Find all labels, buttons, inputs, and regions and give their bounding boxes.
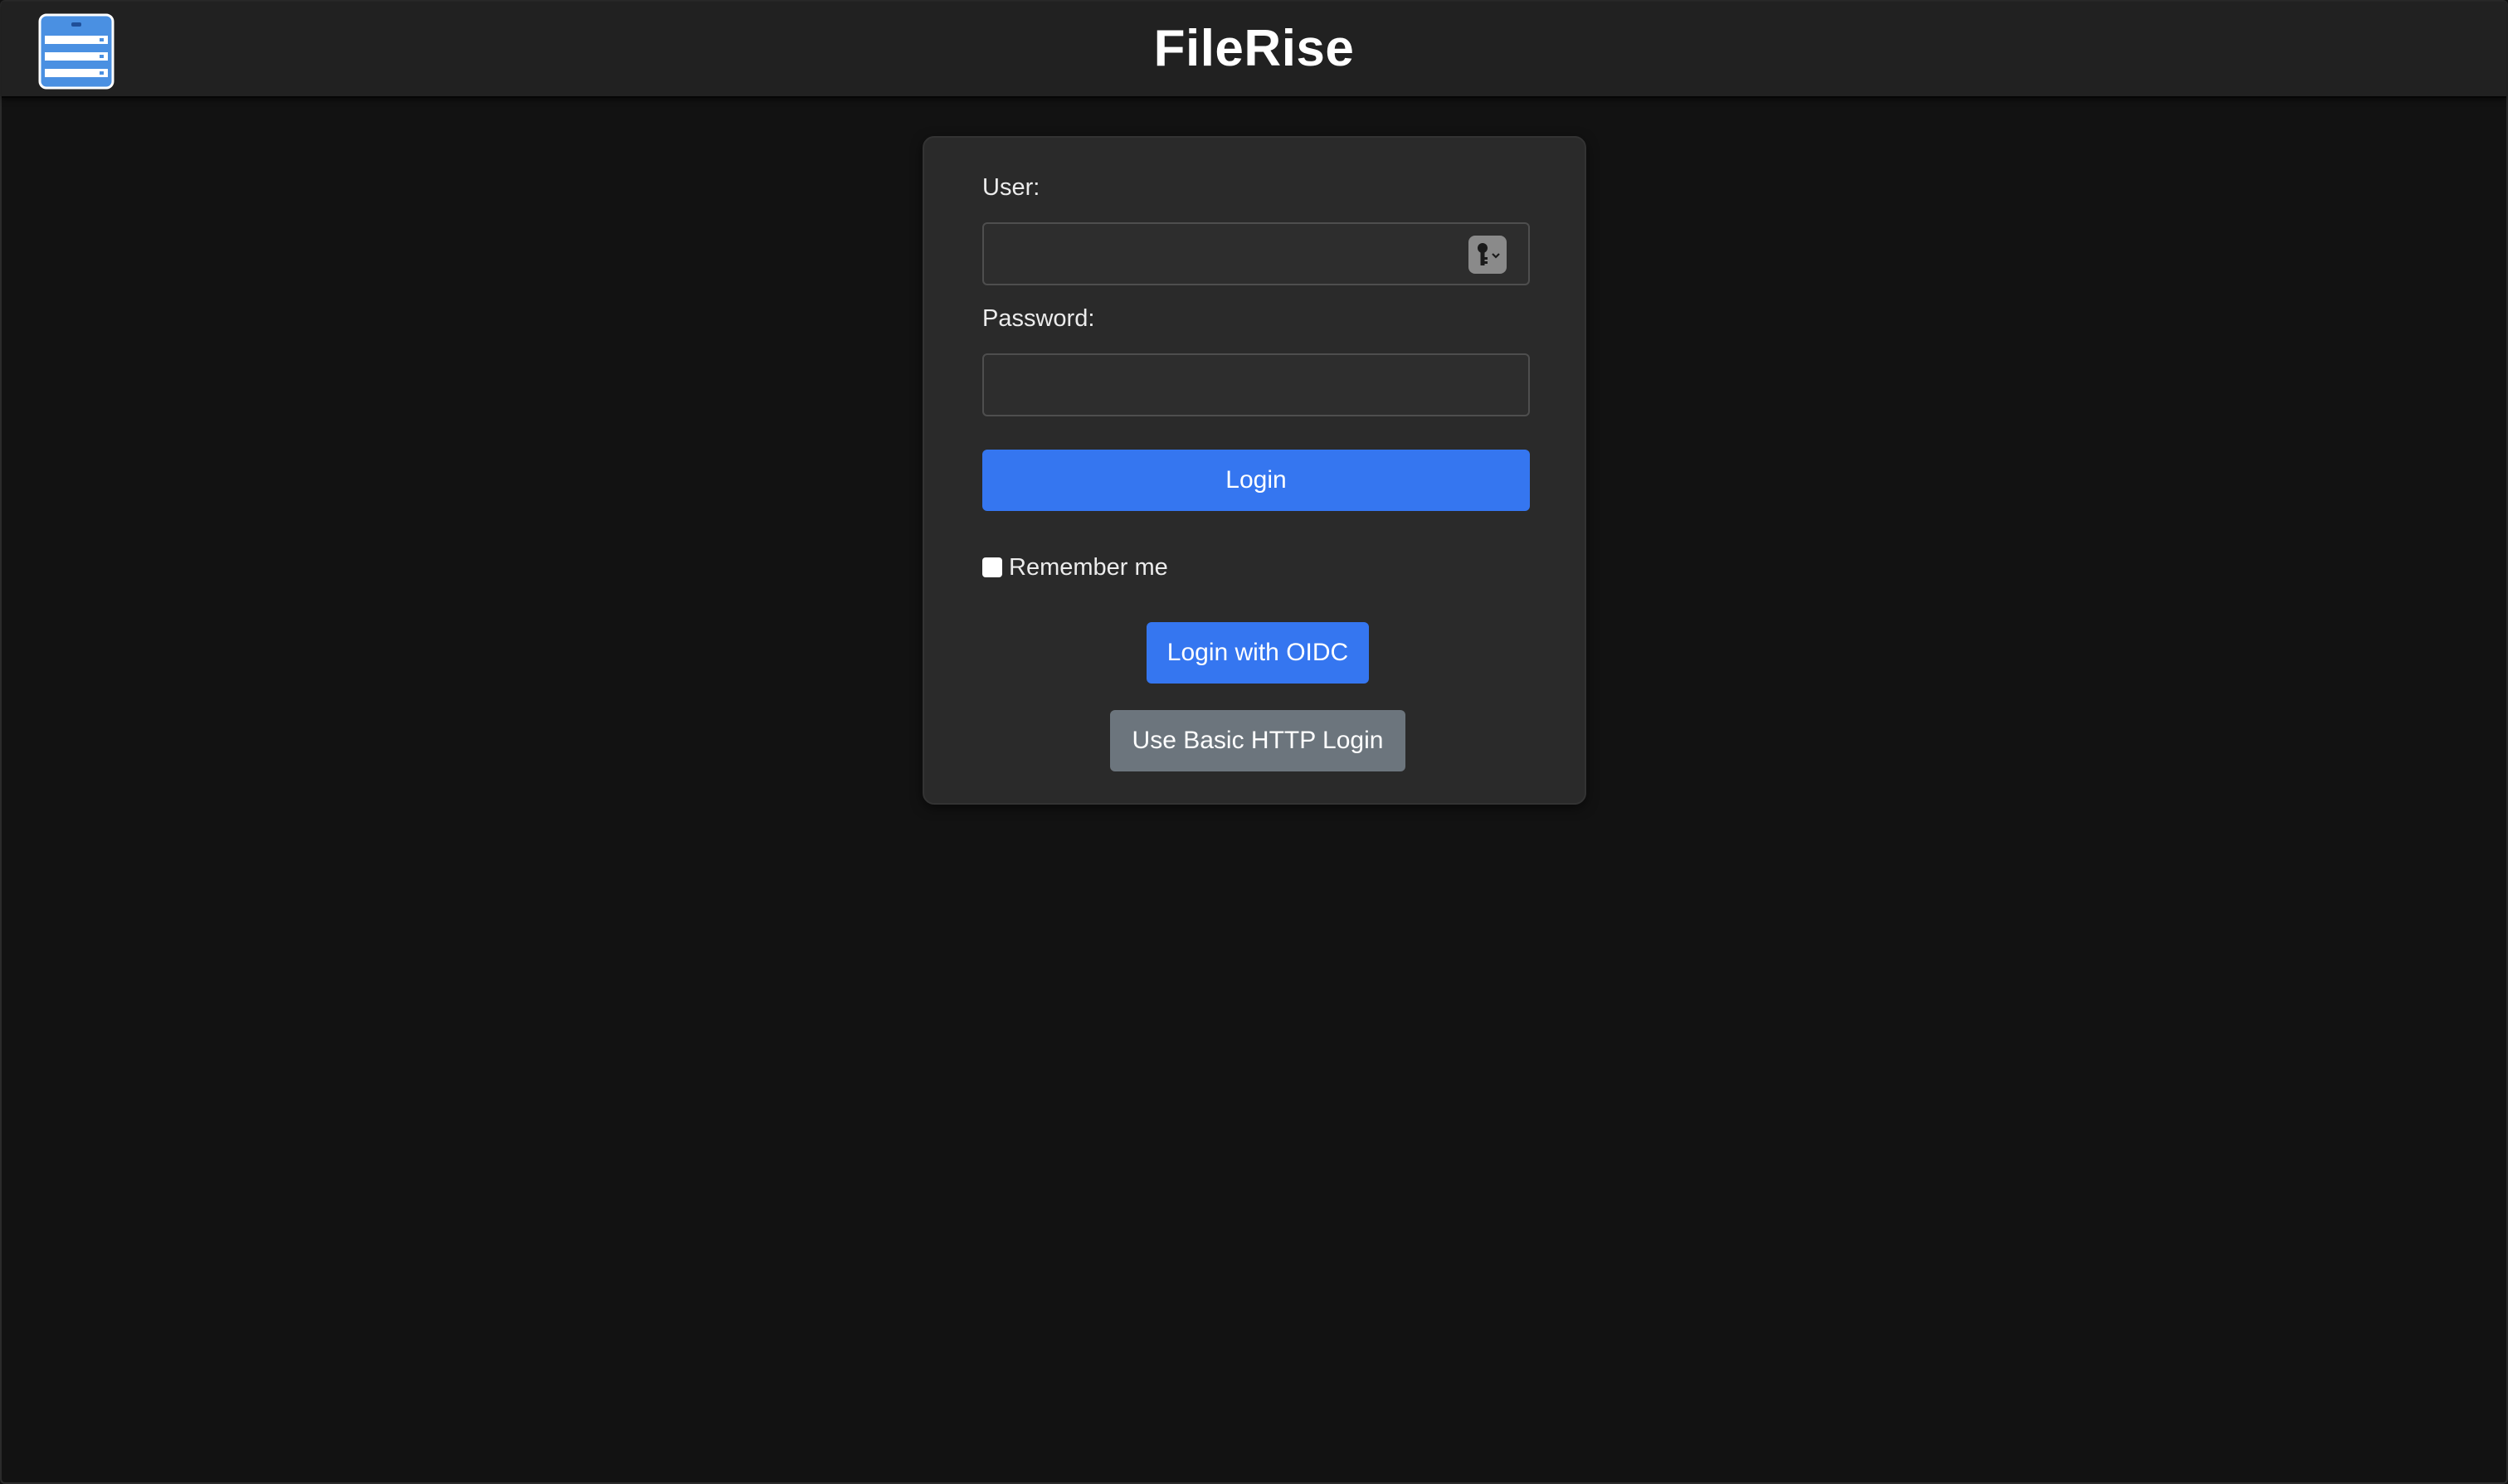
password-input[interactable] <box>982 353 1530 416</box>
remember-me-label[interactable]: Remember me <box>1009 554 1168 581</box>
user-input[interactable] <box>982 222 1530 285</box>
app-title: FileRise <box>1153 20 1355 77</box>
login-button[interactable]: Login <box>982 450 1530 511</box>
basic-http-login-button[interactable]: Use Basic HTTP Login <box>1110 710 1405 771</box>
app-header: FileRise <box>2 2 2506 98</box>
remember-me[interactable]: Remember me <box>982 551 1168 584</box>
app-window: FileRise User: Password: Login Remember … <box>0 0 2508 1484</box>
oidc-login-button[interactable]: Login with OIDC <box>1147 622 1369 684</box>
key-icon[interactable] <box>1468 236 1507 274</box>
login-card: User: Password: Login Remember me Login … <box>923 136 1586 805</box>
password-label: Password: <box>982 305 1095 332</box>
user-label: User: <box>982 174 1040 201</box>
remember-me-checkbox[interactable] <box>982 557 1002 577</box>
